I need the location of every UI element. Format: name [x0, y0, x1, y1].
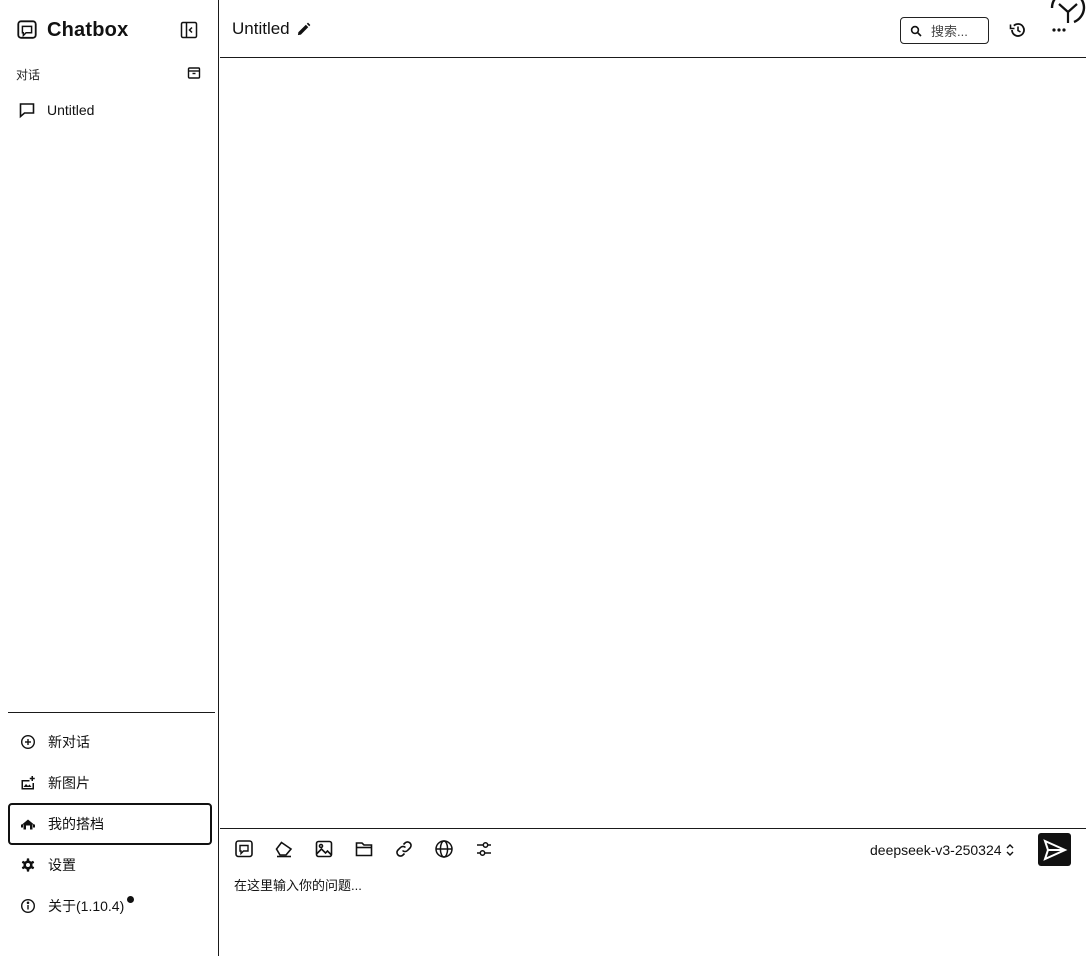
- eraser-icon[interactable]: [274, 839, 294, 859]
- image-icon[interactable]: [314, 839, 334, 859]
- chatbox-icon[interactable]: [234, 839, 254, 859]
- search-icon: [910, 25, 922, 37]
- more-options-icon[interactable]: [1052, 26, 1066, 34]
- chat-header: Untitled 搜索...: [220, 0, 1086, 58]
- session-item[interactable]: Untitled: [10, 96, 210, 124]
- session-item-label: Untitled: [47, 102, 95, 118]
- new-chat-label: 新对话: [48, 734, 90, 750]
- sliders-icon[interactable]: [474, 839, 494, 859]
- send-button[interactable]: [1038, 833, 1071, 866]
- collapse-sidebar-icon[interactable]: [180, 21, 198, 39]
- model-selector[interactable]: deepseek-v3-250324: [870, 841, 1015, 859]
- update-badge: [127, 895, 135, 903]
- chatbox-app: Chatbox 对话 Untitled 新对话 新图片 我的搭档 设置 关于(1…: [0, 0, 1086, 956]
- sidebar: Chatbox 对话 Untitled 新对话 新图片 我的搭档 设置 关于(1…: [0, 0, 219, 956]
- history-icon[interactable]: [1008, 20, 1028, 40]
- add-circle-icon: [20, 734, 36, 750]
- chatbox-logo-icon: [17, 20, 37, 39]
- copilot-icon: [21, 819, 35, 830]
- new-image-button[interactable]: 新图片: [8, 762, 212, 804]
- conversation-title: Untitled: [232, 19, 290, 38]
- brand: Chatbox: [16, 16, 128, 44]
- search-button[interactable]: 搜索...: [900, 17, 989, 44]
- my-copilots-label: 我的搭档: [48, 816, 104, 832]
- sidebar-divider: [8, 712, 215, 713]
- chevron-up-down-icon: [1006, 844, 1014, 856]
- gear-icon: [21, 858, 35, 872]
- folder-icon[interactable]: [354, 839, 374, 859]
- send-icon: [1042, 838, 1067, 861]
- message-list: [220, 59, 1086, 828]
- settings-label: 设置: [48, 857, 76, 873]
- edit-title-icon[interactable]: [296, 22, 311, 37]
- search-placeholder: 搜索...: [931, 24, 968, 39]
- app-name: Chatbox: [47, 18, 129, 41]
- message-input[interactable]: [234, 875, 1064, 945]
- about-button[interactable]: 关于(1.10.4): [8, 885, 212, 927]
- new-chat-button[interactable]: 新对话: [8, 721, 212, 763]
- title-wrap: Untitled: [232, 19, 311, 39]
- my-copilots-button[interactable]: 我的搭档: [8, 803, 212, 845]
- add-image-icon: [21, 776, 35, 790]
- new-image-label: 新图片: [48, 775, 90, 791]
- input-area: deepseek-v3-250324: [220, 828, 1086, 956]
- globe-icon[interactable]: [434, 839, 454, 859]
- link-icon[interactable]: [394, 839, 414, 859]
- about-label: 关于(1.10.4): [48, 898, 125, 914]
- settings-button[interactable]: 设置: [8, 844, 212, 886]
- archive-icon[interactable]: [187, 66, 201, 80]
- model-name: deepseek-v3-250324: [870, 842, 1002, 858]
- conversations-section-label: 对话: [16, 68, 41, 82]
- info-icon: [20, 898, 36, 914]
- chat-bubble-icon: [19, 103, 35, 119]
